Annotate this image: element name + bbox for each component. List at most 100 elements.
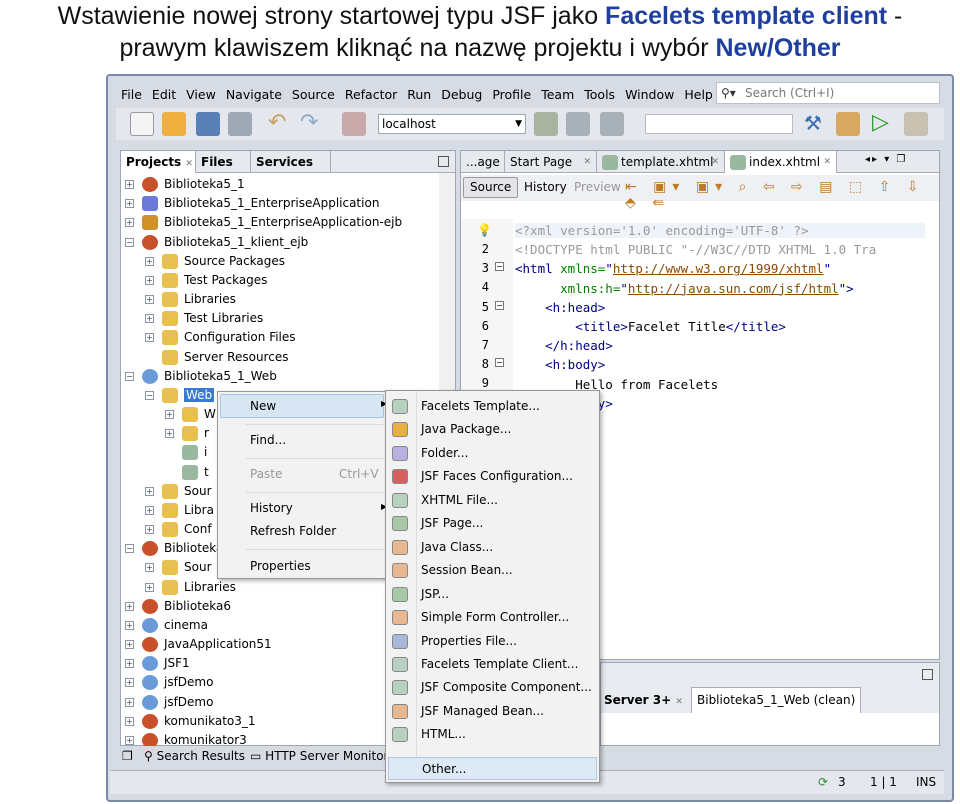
expand-toggle-icon[interactable]: + [125,735,134,745]
expand-toggle-icon[interactable]: + [125,678,134,688]
tree-item[interactable]: − Biblioteka5_1_klient_ejb [125,233,308,252]
tree-item[interactable]: + Sour [145,558,212,577]
submenu-item-folder[interactable]: Folder... [386,442,599,465]
submenu-item-jsf-faces-configuration[interactable]: JSF Faces Configuration... [386,465,599,488]
menu-item-paste[interactable]: Paste [250,467,282,481]
menu-refactor[interactable]: Refactor [340,83,402,106]
tab-services[interactable]: Services [251,151,331,173]
open-project-icon[interactable] [196,112,220,136]
submenu-item-xhtml-file[interactable]: XHTML File... [386,489,599,512]
submenu-item-html[interactable]: HTML... [386,723,599,746]
expand-toggle-icon[interactable] [165,468,174,477]
menu-tools[interactable]: Tools [579,83,620,106]
submenu-item-java-package[interactable]: Java Package... [386,418,599,441]
submenu-item-jsf-managed-bean[interactable]: JSF Managed Bean... [386,700,599,723]
monitor-icon[interactable] [342,112,366,136]
tree-item[interactable]: Server Resources [145,348,288,367]
menu-item-refresh-folder[interactable]: Refresh Folder [250,524,336,538]
redo-icon[interactable]: ↷ [300,112,324,136]
menu-item-history[interactable]: History [250,501,293,515]
tree-item[interactable]: + Libraries [145,290,236,309]
close-icon[interactable]: ✕ [823,151,831,173]
expand-toggle-icon[interactable]: + [165,429,174,439]
submenu-item-other[interactable]: Other... [388,757,597,780]
expand-toggle-icon[interactable]: + [145,505,154,515]
tree-item[interactable]: + JSF1 [125,654,190,673]
tree-item[interactable]: + Libra [145,501,214,520]
submenu-item-jsp[interactable]: JSP... [386,583,599,606]
expand-toggle-icon[interactable]: + [165,410,174,420]
expand-toggle-icon[interactable] [145,353,154,362]
server-stop-icon[interactable] [600,112,624,136]
tab-template-xhtml[interactable]: template.xhtml ✕ [597,151,725,173]
expand-toggle-icon[interactable]: + [145,486,154,496]
tree-item[interactable]: + Libraries [145,578,236,597]
tree-item[interactable]: + r [165,424,209,443]
tab-projects[interactable]: Projects ✕ [121,151,196,173]
new-file-icon[interactable] [130,112,154,136]
expand-toggle-icon[interactable]: + [125,218,134,228]
new-project-icon[interactable] [162,112,186,136]
submenu-item-session-bean[interactable]: Session Bean... [386,559,599,582]
tree-item[interactable]: + Source Packages [145,252,285,271]
minimize-icon[interactable] [922,669,933,680]
tree-item[interactable]: + komunikator3 [125,731,247,746]
tree-item[interactable]: + Sour [145,482,212,501]
expand-toggle-icon[interactable] [165,448,174,457]
expand-toggle-icon[interactable]: + [145,275,154,285]
menu-run[interactable]: Run [402,83,436,106]
menu-help[interactable]: Help [679,83,718,106]
submenu-item-simple-form-controller[interactable]: Simple Form Controller... [386,606,599,629]
tree-item[interactable]: − Biblioteka5_1_Web [125,367,277,386]
deploy-icon[interactable] [534,112,558,136]
tree-item[interactable]: + Biblioteka5_1_EnterpriseApplication [125,194,379,213]
tree-item[interactable]: − Biblioteka [125,539,223,558]
submenu-item-facelets-template-client[interactable]: Facelets Template Client... [386,653,599,676]
expand-toggle-icon[interactable]: + [125,640,134,650]
tab-scroll-icon[interactable]: ◂▸ ▾ ❐ [865,154,907,165]
submenu-item-jsf-composite-component[interactable]: JSF Composite Component... [386,676,599,699]
expand-toggle-icon[interactable]: − [145,390,154,400]
expand-toggle-icon[interactable]: − [125,544,134,554]
expand-toggle-icon[interactable]: + [145,525,154,535]
tree-item[interactable]: + JavaApplication51 [125,635,272,654]
http-monitor-button[interactable]: ▭ HTTP Server Monitor [250,749,388,763]
server-icon[interactable] [566,112,590,136]
tree-item[interactable]: + Configuration Files [145,328,296,347]
expand-toggle-icon[interactable]: + [125,659,134,669]
history-view-button[interactable]: History [517,177,574,198]
server-select[interactable]: localhost ▼ [378,114,526,134]
close-icon[interactable]: ✕ [583,151,591,173]
editor-actions-icon[interactable]: ⇤ ▣▾ ▣▾ ⌕ ⇦ ⇨ ▤ ⬚ ⇧ ⇩ ⬘ ⇚ [625,179,939,211]
menu-window[interactable]: Window [620,83,679,106]
config-select[interactable] [645,114,793,134]
tree-item[interactable]: + Test Packages [145,271,267,290]
close-icon[interactable]: ✕ [185,159,193,169]
tree-item[interactable]: + Biblioteka5_1 [125,175,245,194]
expand-toggle-icon[interactable]: + [125,601,134,611]
tree-item[interactable]: + cinema [125,616,208,635]
tree-item[interactable]: + jsfDemo [125,693,213,712]
submenu-item-jsf-page[interactable]: JSF Page... [386,512,599,535]
menu-profile[interactable]: Profile [487,83,536,106]
expand-toggle-icon[interactable]: + [145,582,154,592]
menu-view[interactable]: View [181,83,221,106]
tab-truncated[interactable]: ...age [461,151,505,173]
close-icon[interactable]: ✕ [675,697,683,707]
expand-toggle-icon[interactable]: + [145,333,154,343]
menu-edit[interactable]: Edit [147,83,181,106]
expand-toggle-icon[interactable]: + [125,620,134,630]
menu-team[interactable]: Team [536,83,579,106]
menu-item-properties[interactable]: Properties [250,559,311,573]
tree-item[interactable]: + Conf [145,520,212,539]
tree-item[interactable]: + jsfDemo [125,673,213,692]
build-icon[interactable]: ⚒ [804,112,828,136]
clean-build-icon[interactable] [836,112,860,136]
submenu-item-properties-file[interactable]: Properties File... [386,630,599,653]
notification-icon[interactable]: ⟳ [818,775,828,789]
tree-item[interactable]: + Test Libraries [145,309,263,328]
restore-window-icon[interactable]: ❐ [122,749,133,763]
minimize-icon[interactable] [438,156,449,167]
menu-debug[interactable]: Debug [436,83,487,106]
submenu-item-facelets-template[interactable]: Facelets Template... [386,395,599,418]
